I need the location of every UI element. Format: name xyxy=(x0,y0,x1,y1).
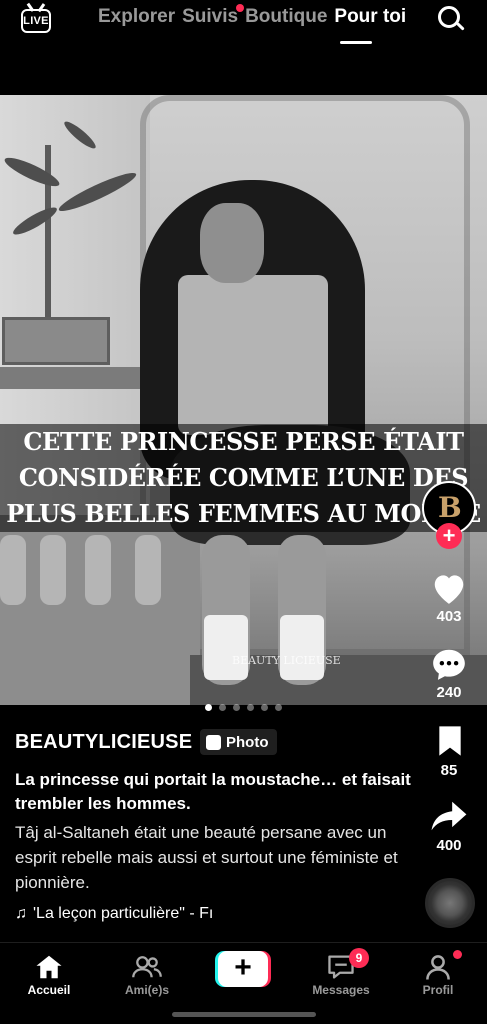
friends-icon xyxy=(102,951,192,983)
profile-icon xyxy=(393,951,483,983)
carousel-dot[interactable] xyxy=(275,704,282,711)
post-photo[interactable]: BEAUTY LICIEUSE xyxy=(0,95,487,705)
home-icon xyxy=(4,951,94,983)
shares-count: 400 xyxy=(436,837,462,854)
carousel-dot[interactable] xyxy=(261,704,268,711)
overlay-line: CETTE PRINCESSE PERSE ÉTAIT xyxy=(23,427,464,456)
music-row[interactable]: ♫ 'La leçon particulière" - Fı xyxy=(15,905,213,923)
nav-profile[interactable]: Profil xyxy=(393,951,483,997)
photo-watermark: BEAUTY LICIEUSE xyxy=(232,654,341,667)
comment-bubble-icon[interactable] xyxy=(430,646,468,682)
bookmark-icon[interactable] xyxy=(436,725,464,757)
nav-home[interactable]: Accueil xyxy=(4,951,94,997)
carousel-dot[interactable] xyxy=(219,704,226,711)
live-label: LIVE xyxy=(23,15,49,27)
comments-count: 240 xyxy=(436,684,462,701)
like-heart-icon[interactable] xyxy=(430,570,468,606)
tab-pour-toi[interactable]: Pour toi xyxy=(334,6,406,28)
notification-dot xyxy=(236,4,245,12)
photo-overlay-title: CETTE PRINCESSE PERSE ÉTAIT CONSIDÉRÉE C… xyxy=(0,424,487,532)
nav-friends[interactable]: Ami(e)s xyxy=(102,951,192,997)
caption-title: La princesse qui portait la moustache… e… xyxy=(15,770,411,813)
tab-suivis-label: Suivis xyxy=(182,6,239,27)
plus-icon: + xyxy=(218,951,268,987)
photo-badge: Photo xyxy=(200,729,277,755)
creator-username[interactable]: BEAUTYLICIEUSE xyxy=(15,731,192,754)
nav-profile-label: Profil xyxy=(422,983,454,997)
profile-notification-dot xyxy=(453,950,462,959)
nav-home-label: Accueil xyxy=(27,983,71,997)
top-bar: LIVE Explorer Suivis Boutique Pour toi xyxy=(0,0,487,60)
carousel-dot[interactable] xyxy=(233,704,240,711)
home-indicator[interactable] xyxy=(172,1012,316,1017)
nav-messages[interactable]: Messages xyxy=(296,951,386,997)
nav-friends-label: Ami(e)s xyxy=(124,983,169,997)
follow-button[interactable]: + xyxy=(436,523,462,549)
carousel-dot[interactable] xyxy=(247,704,254,711)
carousel-dots xyxy=(0,704,487,711)
carousel-dot-active[interactable] xyxy=(205,704,212,711)
photo-badge-label: Photo xyxy=(226,733,269,751)
music-disc-icon[interactable] xyxy=(425,878,475,928)
active-tab-indicator xyxy=(340,41,372,44)
likes-count: 403 xyxy=(436,608,462,625)
create-button[interactable]: + xyxy=(215,951,271,987)
tab-boutique[interactable]: Boutique xyxy=(245,6,327,28)
search-icon[interactable] xyxy=(438,6,466,34)
feed-tabs: Explorer Suivis Boutique Pour toi xyxy=(98,4,413,28)
nav-messages-label: Messages xyxy=(312,983,370,997)
messages-badge: 9 xyxy=(349,948,369,968)
message-icon xyxy=(296,951,386,983)
caption-body[interactable]: Tâj al-Saltaneh était une beauté persane… xyxy=(15,820,420,895)
music-note-icon: ♫ xyxy=(15,905,27,922)
share-arrow-icon[interactable] xyxy=(430,798,468,834)
overlay-line: PLUS BELLES FEMMES AU MONDE xyxy=(6,499,481,528)
brand-logo-icon: B xyxy=(438,491,462,524)
live-tv-icon[interactable]: LIVE xyxy=(18,3,54,35)
tab-suivis[interactable]: Suivis xyxy=(182,4,245,28)
photo-icon xyxy=(206,734,221,750)
saves-count: 85 xyxy=(440,762,458,779)
tab-explorer[interactable]: Explorer xyxy=(98,6,175,28)
overlay-line: CONSIDÉRÉE COMME L’UNE DES xyxy=(18,463,469,492)
music-title: 'La leçon particulière" - Fı xyxy=(33,905,214,922)
